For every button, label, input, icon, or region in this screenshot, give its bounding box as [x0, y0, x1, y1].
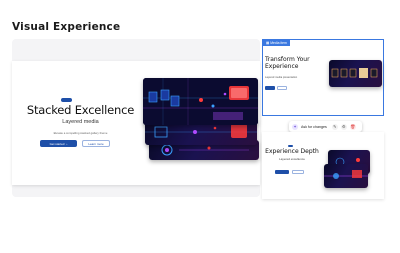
hero-description: Elevate a compelling stacked gallery the…: [53, 131, 108, 135]
frame-b-media-front[interactable]: [324, 164, 368, 188]
ask-for-changes-label[interactable]: Ask for changes: [301, 125, 327, 129]
hero-title: Stacked Excellence: [26, 103, 135, 117]
hero-badge: [61, 98, 72, 102]
circuit-glow-image: [324, 170, 368, 179]
frame-a-secondary-button[interactable]: [277, 86, 287, 90]
page-title: Visual Experience: [12, 21, 121, 33]
frame-a-title: Transform Your Experience: [265, 56, 310, 70]
settings-icon[interactable]: ⚙: [340, 123, 347, 130]
sparkle-icon: ✦: [292, 123, 298, 130]
chevron-right-icon: ›: [66, 141, 68, 146]
hero-primary-button-label: Get started: [49, 141, 65, 146]
trash-icon[interactable]: 🗑: [349, 123, 356, 130]
frame-b-badge: [288, 145, 293, 147]
media-item-frame[interactable]: ▦ Media item Transform Your Experience L…: [262, 39, 384, 116]
hero-subtitle: Layered media: [62, 119, 99, 125]
edit-icon[interactable]: ✎: [331, 123, 338, 130]
circuit-glow-image: [331, 68, 378, 78]
frame-b-title: Experience Depth: [265, 148, 319, 155]
media-item-tag-label: Media item: [270, 40, 287, 45]
media-card-front[interactable]: [143, 78, 258, 125]
frame-a-media[interactable]: [329, 60, 382, 87]
hero-primary-button[interactable]: Get started ›: [40, 140, 77, 147]
experience-depth-frame[interactable]: Experience Depth Layered excellence: [262, 132, 384, 199]
circuit-glow-image: [143, 78, 258, 125]
frame-a-subtitle: Layered media presentation: [265, 76, 298, 79]
grid-icon: ▦: [266, 40, 270, 45]
ask-for-changes-bar[interactable]: ✦ Ask for changes ✎ ⚙ 🗑: [289, 121, 362, 132]
frame-b-secondary-button[interactable]: [292, 170, 304, 174]
frame-a-primary-button[interactable]: [265, 86, 275, 90]
frame-b-primary-button[interactable]: [275, 170, 289, 174]
main-canvas: Stacked Excellence Layered media Elevate…: [12, 39, 260, 197]
frame-b-subtitle: Layered excellence: [279, 157, 305, 161]
hero-secondary-button[interactable]: Learn more: [82, 140, 110, 147]
media-item-tag[interactable]: ▦ Media item: [263, 39, 290, 46]
